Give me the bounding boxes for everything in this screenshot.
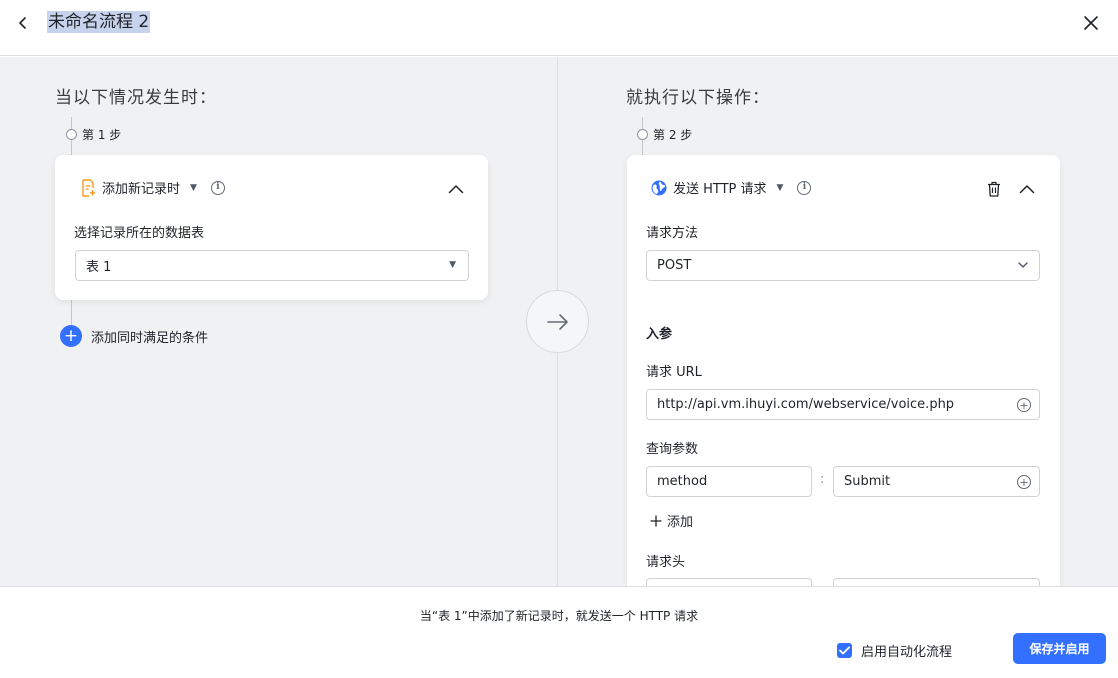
table-select-label: 选择记录所在的数据表 — [74, 226, 205, 241]
url-input[interactable]: http://api.vm.ihuyi.com/webservice/voice… — [646, 389, 1040, 420]
params-heading: 入参 — [646, 327, 673, 342]
save-enable-button[interactable]: 保存并启用 — [1013, 633, 1106, 664]
add-condition-button[interactable]: + 添加同时满足的条件 — [60, 325, 208, 347]
step-dot — [637, 129, 648, 140]
query-value-input[interactable]: Submit + — [833, 466, 1040, 497]
arrow-right-icon — [546, 313, 568, 330]
footer: 当“表 1”中添加了新记录时，就发送一个 HTTP 请求 启用自动化流程 保存并… — [0, 586, 1118, 678]
chevron-up-icon — [448, 185, 464, 194]
query-value-text: Submit — [844, 474, 891, 489]
action-heading: 就执行以下操作： — [626, 88, 770, 108]
collapse-button[interactable] — [446, 180, 466, 198]
header: 未命名流程 2 — [0, 0, 1118, 56]
flow-summary: 当“表 1”中添加了新记录时，就发送一个 HTTP 请求 — [419, 609, 699, 623]
enable-automation-checkbox[interactable]: 启用自动化流程 — [837, 641, 952, 660]
method-select-value: POST — [657, 258, 692, 273]
method-label: 请求方法 — [646, 226, 699, 241]
action-card-title: 发送 HTTP 请求 — [673, 182, 767, 197]
add-query-param-label: 添加 — [667, 515, 694, 530]
close-icon — [1084, 16, 1098, 30]
checkbox-checked-icon — [837, 643, 852, 658]
query-separator: : — [820, 472, 825, 487]
trigger-step-label: 第 1 步 — [66, 126, 121, 143]
dropdown-caret-icon[interactable]: ▼ — [190, 183, 197, 193]
header-key-input[interactable] — [646, 578, 812, 586]
action-step-label: 第 2 步 — [637, 126, 692, 143]
action-step-text: 第 2 步 — [653, 128, 693, 142]
action-card-header[interactable]: 发送 HTTP 请求 ▼ i — [651, 178, 812, 197]
trigger-card-title: 添加新记录时 — [102, 182, 181, 197]
workflow-canvas: 当以下情况发生时： 第 1 步 添加新记录时 ▼ i 选择记录所在的数据表 表 … — [0, 57, 1118, 586]
delete-button[interactable] — [985, 179, 1003, 199]
table-select-value: 表 1 — [86, 260, 112, 275]
headers-label: 请求头 — [646, 555, 686, 570]
close-button[interactable] — [1080, 12, 1102, 34]
add-condition-label: 添加同时满足的条件 — [91, 330, 209, 346]
flow-arrow — [526, 290, 589, 353]
trigger-card-header[interactable]: 添加新记录时 ▼ i — [80, 178, 225, 197]
collapse-button[interactable] — [1017, 180, 1037, 198]
dropdown-caret-icon: ▼ — [449, 260, 456, 270]
page-title[interactable]: 未命名流程 2 — [47, 11, 151, 33]
chevron-down-icon — [1018, 262, 1028, 268]
step-dot — [66, 129, 77, 140]
globe-icon — [651, 180, 667, 195]
query-key-input[interactable]: method — [646, 466, 812, 497]
query-key-value: method — [657, 474, 708, 489]
trigger-card: 添加新记录时 ▼ i 选择记录所在的数据表 表 1 ▼ — [55, 155, 488, 300]
plus-circle-icon[interactable]: + — [1017, 398, 1031, 412]
chevron-up-icon — [1019, 185, 1035, 194]
back-button[interactable] — [12, 12, 34, 34]
dropdown-caret-icon[interactable]: ▼ — [777, 183, 784, 193]
url-label: 请求 URL — [646, 365, 702, 380]
trigger-step-text: 第 1 步 — [82, 128, 122, 142]
trash-icon — [988, 181, 1000, 197]
info-icon[interactable]: i — [797, 180, 812, 195]
enable-automation-label: 启用自动化流程 — [861, 645, 953, 660]
table-select[interactable]: 表 1 ▼ — [75, 250, 469, 281]
plus-icon: + — [60, 325, 82, 347]
add-query-param-button[interactable]: 添加 — [650, 511, 693, 530]
step-connector — [71, 300, 72, 326]
query-label: 查询参数 — [646, 442, 699, 457]
info-icon[interactable]: i — [210, 180, 225, 195]
action-card: 发送 HTTP 请求 ▼ i 请求方法 POST 入参 请求 URL http:… — [627, 155, 1060, 586]
header-value-input[interactable]: + — [833, 578, 1040, 586]
plus-icon — [650, 514, 662, 527]
chevron-left-icon — [19, 17, 26, 29]
method-select[interactable]: POST — [646, 250, 1040, 281]
plus-circle-icon[interactable]: + — [1017, 475, 1031, 489]
record-add-icon — [82, 178, 96, 197]
trigger-heading: 当以下情况发生时： — [55, 88, 217, 108]
url-input-value: http://api.vm.ihuyi.com/webservice/voice… — [657, 397, 955, 412]
